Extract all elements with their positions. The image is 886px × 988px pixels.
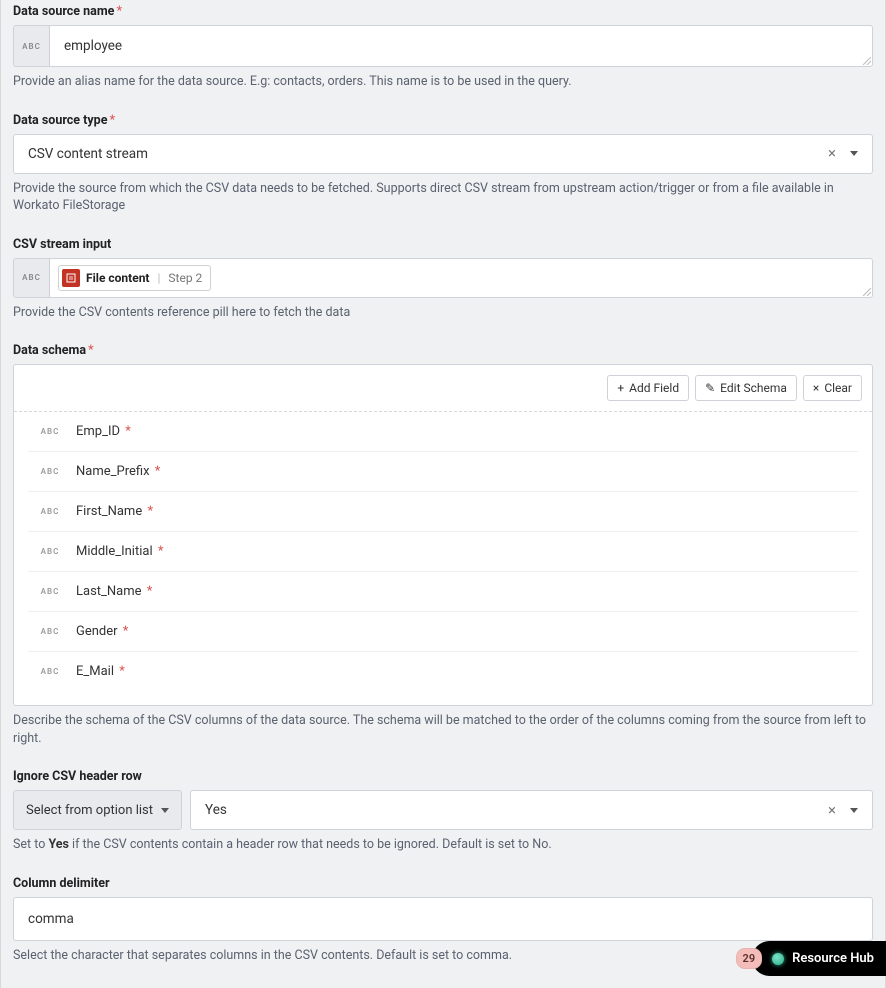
- data-source-type-label: Data source type: [13, 113, 107, 128]
- ignore-header-value: Yes: [205, 802, 227, 818]
- required-asterisk: *: [144, 584, 153, 599]
- edit-schema-button[interactable]: ✎ Edit Schema: [695, 375, 797, 401]
- schema-field-row[interactable]: ABC Last_Name *: [28, 572, 858, 612]
- add-field-label: Add Field: [629, 381, 679, 395]
- chevron-down-icon[interactable]: [850, 151, 858, 156]
- abc-type-indicator: ABC: [13, 258, 49, 298]
- schema-box: + Add Field ✎ Edit Schema × Clear ABC Emp_I…: [13, 364, 873, 706]
- field-data-schema: Data schema* +Add Field ✎Edit Schema ×Cl…: [13, 339, 873, 747]
- data-source-type-dropdown[interactable]: CSV content stream ×: [13, 134, 873, 174]
- plus-icon: +: [617, 381, 624, 395]
- option-list-picker[interactable]: Select from option list: [13, 790, 182, 830]
- schema-field-row[interactable]: ABC Middle_Initial *: [28, 532, 858, 572]
- data-schema-label: Data schema: [13, 343, 86, 358]
- required-asterisk: *: [116, 664, 125, 679]
- ignore-header-dropdown[interactable]: Yes ×: [190, 790, 873, 830]
- resource-hub-container: 29 Resource Hub: [736, 941, 886, 976]
- required-asterisk: *: [155, 544, 164, 559]
- field-ignore-header: Ignore CSV header row Select from option…: [13, 765, 873, 854]
- clear-icon[interactable]: ×: [828, 803, 836, 818]
- schema-field-row[interactable]: ABC First_Name *: [28, 492, 858, 532]
- abc-type-indicator: ABC: [38, 427, 62, 436]
- close-icon: ×: [813, 381, 819, 395]
- data-schema-help: Describe the schema of the CSV columns o…: [13, 712, 873, 747]
- data-source-name-label: Data source name: [13, 4, 114, 19]
- column-delimiter-dropdown[interactable]: comma: [13, 897, 873, 941]
- ignore-header-help: Set to Yes if the CSV contents contain a…: [13, 836, 873, 854]
- abc-type-indicator: ABC: [38, 627, 62, 636]
- schema-field-row[interactable]: ABC Gender *: [28, 612, 858, 652]
- chevron-down-icon: [161, 808, 169, 813]
- schema-field-name: E_Mail: [76, 664, 114, 679]
- abc-type-indicator: ABC: [38, 667, 62, 676]
- data-source-type-help: Provide the source from which the CSV da…: [13, 180, 873, 215]
- ignore-header-label: Ignore CSV header row: [13, 769, 142, 784]
- resource-hub-button[interactable]: Resource Hub: [752, 941, 886, 976]
- schema-field-name: Last_Name: [76, 584, 142, 599]
- abc-type-indicator: ABC: [38, 467, 62, 476]
- schema-field-row[interactable]: ABC Name_Prefix *: [28, 452, 858, 492]
- file-content-pill[interactable]: File content | Step 2: [58, 265, 211, 291]
- pill-step-label: Step 2: [168, 271, 202, 285]
- data-source-name-input[interactable]: employee: [49, 25, 873, 67]
- pill-separator: |: [157, 271, 160, 285]
- required-asterisk: *: [152, 464, 161, 479]
- field-csv-stream-input: CSV stream input ABC File content | Step…: [13, 233, 873, 322]
- schema-field-name: Emp_ID: [76, 424, 120, 439]
- column-delimiter-label: Column delimiter: [13, 876, 110, 891]
- option-list-label: Select from option list: [26, 803, 153, 818]
- required-asterisk: *: [116, 4, 122, 19]
- clear-icon[interactable]: ×: [828, 146, 836, 161]
- schema-field-name: Middle_Initial: [76, 544, 153, 559]
- column-delimiter-value: comma: [28, 911, 74, 927]
- required-asterisk: *: [109, 113, 115, 128]
- csv-stream-input-field[interactable]: File content | Step 2: [49, 258, 873, 298]
- required-asterisk: *: [88, 343, 94, 358]
- data-source-name-help: Provide an alias name for the data sourc…: [13, 73, 873, 91]
- schema-field-name: Name_Prefix: [76, 464, 150, 479]
- pencil-icon: ✎: [705, 381, 715, 395]
- chevron-down-icon[interactable]: [850, 808, 858, 813]
- csv-stream-input-help: Provide the CSV contents reference pill …: [13, 304, 873, 322]
- abc-type-indicator: ABC: [38, 507, 62, 516]
- pill-main-label: File content: [86, 271, 149, 285]
- lightbulb-icon: [772, 953, 784, 965]
- edit-schema-label: Edit Schema: [720, 381, 787, 395]
- file-pill-icon: [62, 269, 80, 287]
- required-asterisk: *: [144, 504, 153, 519]
- schema-field-row[interactable]: ABC E_Mail *: [28, 652, 858, 691]
- add-field-button[interactable]: + Add Field: [607, 375, 689, 401]
- schema-field-name: First_Name: [76, 504, 142, 519]
- field-data-source-type: Data source type* CSV content stream × P…: [13, 109, 873, 215]
- resource-hub-label: Resource Hub: [792, 951, 874, 966]
- clear-schema-label: Clear: [824, 381, 852, 395]
- field-data-source-name: Data source name* ABC employee Provide a…: [13, 0, 873, 91]
- data-source-type-value: CSV content stream: [28, 146, 148, 162]
- schema-field-name: Gender: [76, 624, 118, 639]
- abc-type-indicator: ABC: [38, 547, 62, 556]
- clear-schema-button[interactable]: × Clear: [803, 375, 862, 401]
- schema-toolbar: + Add Field ✎ Edit Schema × Clear: [14, 365, 872, 412]
- abc-type-indicator: ABC: [38, 587, 62, 596]
- schema-field-list: ABC Emp_ID * ABC Name_Prefix * ABC First…: [14, 412, 872, 705]
- csv-stream-input-label: CSV stream input: [13, 237, 111, 252]
- required-asterisk: *: [120, 624, 129, 639]
- notification-badge[interactable]: 29: [736, 948, 763, 969]
- schema-field-row[interactable]: ABC Emp_ID *: [28, 412, 858, 452]
- abc-type-indicator: ABC: [13, 25, 49, 67]
- required-asterisk: *: [122, 424, 131, 439]
